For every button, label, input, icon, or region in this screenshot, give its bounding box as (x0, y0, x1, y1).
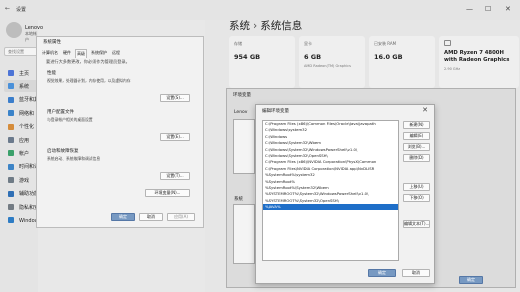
sidebar-item-label: 主页 (19, 70, 30, 77)
breadcrumb-separator: › (253, 20, 258, 32)
user-variables-list[interactable] (233, 119, 255, 174)
sidebar-item-icon (8, 123, 14, 130)
sidebar: Lenovo 本地帐户 查找设置 主页系统蓝牙和其他设备网络和 Internet… (0, 20, 55, 292)
system-variables-label: 系统 (234, 197, 243, 202)
sidebar-item-icon (8, 137, 14, 143)
close-icon[interactable]: ✕ (505, 5, 511, 13)
gpu-value: 6 GB (304, 53, 322, 61)
sidebar-item-label: 系统 (19, 83, 30, 90)
edit-button[interactable]: 编辑(E) (403, 132, 430, 140)
startup-recovery-settings-button[interactable]: 设置(T)... (160, 172, 190, 180)
sidebar-item-label: 应用 (19, 137, 30, 144)
system-variables-list[interactable] (233, 204, 255, 264)
breadcrumb-parent[interactable]: 系统 (229, 20, 250, 32)
window-title-bar: ← 设置 — ☐ ✕ (0, 0, 520, 20)
envvar-title: 环境变量 (233, 93, 251, 98)
sidebar-item-label: 帐户 (19, 150, 30, 157)
editpath-title: 编辑环境变量 (262, 109, 289, 114)
environment-variables-button[interactable]: 环境变量(N)... (145, 189, 190, 197)
tab-hardware[interactable]: 硬件 (62, 49, 72, 58)
cpu-value: AMD Ryzen 7 4800H with Radeon Graphics (444, 50, 510, 63)
avatar[interactable] (6, 22, 22, 38)
sysprop-apply-button[interactable]: 应用(A) (167, 213, 195, 221)
cpu-icon (444, 40, 451, 46)
sidebar-item-icon (8, 177, 14, 184)
tab-remote[interactable]: 远程 (111, 49, 121, 58)
storage-card[interactable]: 存储 954 GB (229, 36, 295, 88)
gpu-card[interactable]: 显卡 6 GB AMD Radeon(TM) Graphics (299, 36, 365, 88)
user-profiles-settings-button[interactable]: 设置(E)... (160, 133, 190, 141)
cpu-speed: 2.90 GHz (444, 67, 461, 71)
edit-text-button[interactable]: 编辑文本(T)... (403, 220, 430, 228)
sidebar-item-icon (8, 163, 14, 170)
editpath-ok-button[interactable]: 确定 (368, 269, 396, 277)
sidebar-item-label: 个性化 (19, 124, 35, 131)
editpath-cancel-button[interactable]: 取消 (402, 269, 430, 277)
sidebar-item-icon (8, 204, 14, 210)
ram-value: 16.0 GB (374, 53, 403, 61)
move-up-button[interactable]: 上移(U) (403, 183, 430, 191)
sidebar-item-icon (8, 217, 14, 224)
gpu-label: 显卡 (304, 41, 312, 46)
startup-recovery-desc: 系统启动、系统故障和调试信息 (47, 156, 101, 161)
user-variables-label: Lenov (234, 110, 248, 115)
storage-label: 存储 (234, 41, 242, 46)
startup-recovery-title: 启动和故障恢复 (47, 149, 79, 154)
sidebar-item-icon (8, 150, 14, 157)
sidebar-item-icon (8, 110, 14, 117)
move-down-button[interactable]: 下移(O) (403, 194, 430, 202)
maximize-icon[interactable]: ☐ (485, 5, 491, 13)
sysprop-tabs: 计算机名 硬件 高级 系统保护 远程 (41, 49, 121, 58)
window-title: 设置 (16, 7, 27, 13)
search-input[interactable]: 查找设置 (4, 47, 38, 56)
sidebar-item-icon (8, 190, 14, 197)
ram-card[interactable]: 已安装 RAM 16.0 GB (369, 36, 435, 88)
gpu-name: AMD Radeon(TM) Graphics (304, 64, 351, 68)
sidebar-item-icon (8, 70, 14, 76)
ram-label: 已安装 RAM (374, 41, 397, 46)
back-arrow-icon[interactable]: ← (5, 5, 10, 12)
new-button[interactable]: 新建(N) (403, 121, 430, 129)
minimize-icon[interactable]: — (466, 5, 473, 13)
envvar-ok-button[interactable]: 确定 (459, 276, 483, 284)
user-profiles-desc: 与登录帐户相关的桌面设置 (47, 117, 93, 122)
path-list-item[interactable] (263, 210, 398, 216)
edit-environment-variable-dialog: 编辑环境变量 ✕ C:\Program Files (x86)\Common F… (255, 104, 435, 284)
browse-button[interactable]: 浏览(B)... (403, 143, 430, 151)
breadcrumb: 系统 › 系统信息 (229, 18, 302, 33)
editpath-close-icon[interactable]: ✕ (422, 106, 428, 114)
sidebar-item-icon (8, 96, 14, 103)
delete-button[interactable]: 删除(D) (403, 154, 430, 162)
admin-note: 要进行大多数更改，你必须作为管理员登录。 (46, 59, 130, 64)
sidebar-item-label: 游戏 (19, 177, 30, 184)
performance-desc: 视觉效果，处理器计划，内存使用，以及虚拟内存 (47, 78, 131, 83)
user-profiles-title: 用户配置文件 (47, 110, 74, 115)
path-list[interactable]: C:\Program Files (x86)\Common Files\Orac… (262, 120, 399, 261)
search-placeholder: 查找设置 (8, 49, 24, 54)
performance-settings-button[interactable]: 设置(S)... (160, 94, 190, 102)
sysprop-cancel-button[interactable]: 取消 (139, 213, 163, 221)
sysprop-title: 系统属性 (43, 40, 61, 45)
system-properties-dialog: 系统属性 计算机名 硬件 高级 系统保护 远程 要进行大多数更改，你必须作为管理… (36, 36, 204, 228)
storage-value: 954 GB (234, 53, 261, 61)
sidebar-item-icon (8, 83, 14, 90)
page-title: 系统信息 (260, 20, 303, 32)
sysprop-ok-button[interactable]: 确定 (111, 213, 135, 221)
performance-title: 性能 (47, 71, 56, 76)
tab-computer-name[interactable]: 计算机名 (41, 49, 59, 58)
tab-system-protection[interactable]: 系统保护 (90, 49, 108, 58)
cpu-card[interactable]: AMD Ryzen 7 4800H with Radeon Graphics 2… (439, 36, 519, 88)
tab-advanced[interactable]: 高级 (75, 49, 87, 58)
